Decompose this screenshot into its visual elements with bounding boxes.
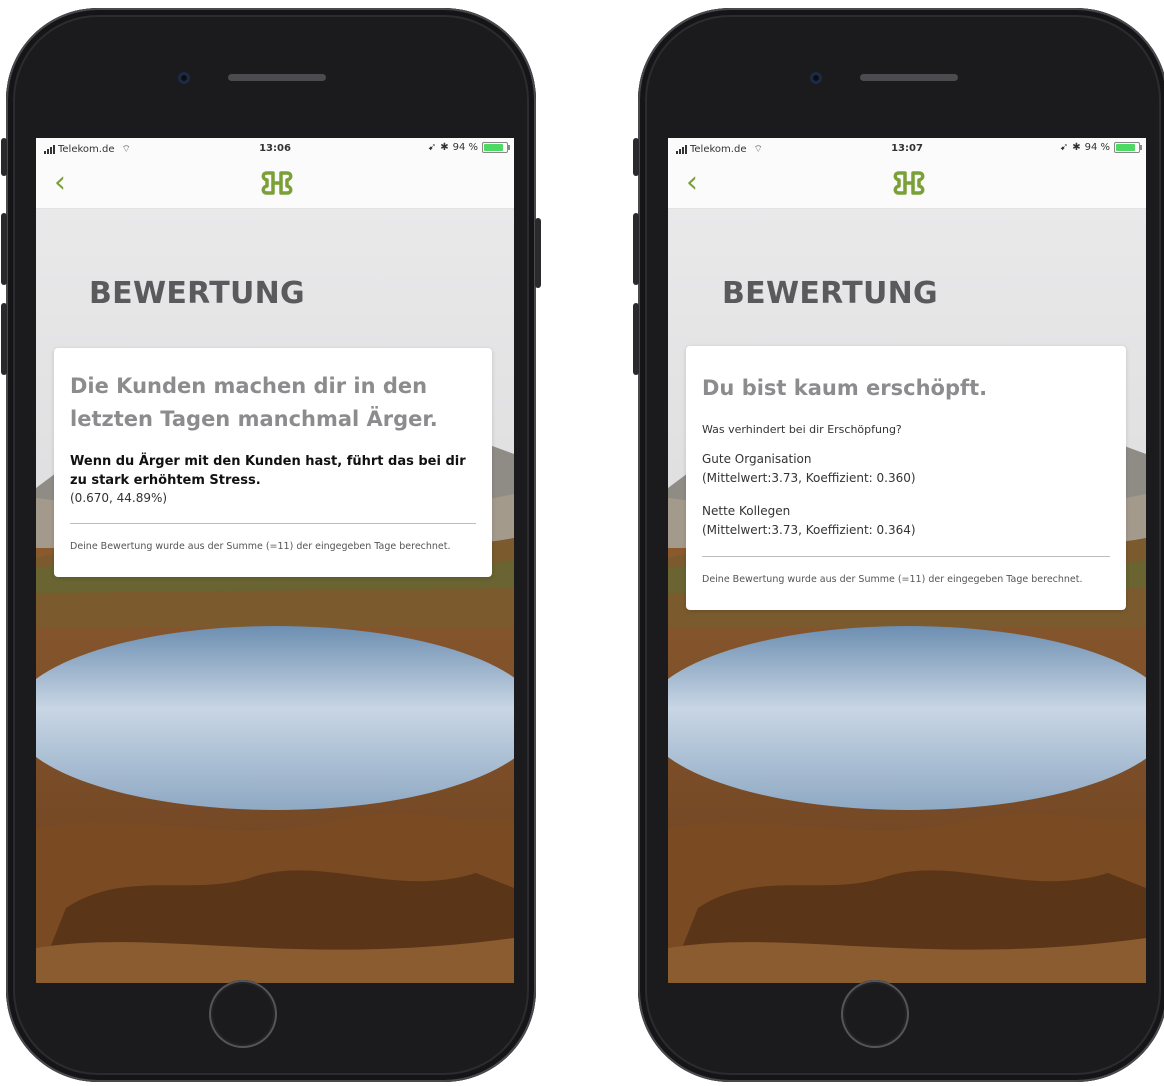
battery-percent: 94 % — [452, 142, 478, 153]
card-footnote: Deine Bewertung wurde aus der Summe (=11… — [70, 541, 451, 552]
status-bar: Telekom.de ⌔ 13:07 ➹ ✱ 94 % — [668, 138, 1146, 160]
bluetooth-icon: ✱ — [440, 142, 449, 153]
location-icon: ➹ — [1059, 142, 1069, 153]
card-footnote: Deine Bewertung wurde aus der Summe (=11… — [702, 574, 1083, 585]
battery-icon — [482, 142, 510, 153]
card-headline: Du bist kaum erschöpft. — [702, 376, 988, 400]
status-bar: Telekom.de ⌔ 13:06 ➹ ✱ 94 % — [36, 138, 514, 160]
battery-fill — [1116, 144, 1135, 151]
factor-name: Gute Organisation — [702, 452, 812, 466]
screen: Telekom.de ⌔ 13:06 ➹ ✱ 94 % ‹ BEWERTUNG … — [36, 138, 514, 983]
card-divider — [70, 523, 476, 524]
volume-down-button — [1, 303, 7, 375]
page-title: BEWERTUNG — [89, 276, 305, 311]
volume-down-button — [633, 303, 639, 375]
battery-fill — [484, 144, 503, 151]
front-camera — [810, 72, 822, 84]
status-right: ➹ ✱ 94 % — [1059, 142, 1142, 153]
app-logo-icon — [261, 171, 293, 195]
volume-up-button — [633, 213, 639, 285]
mute-switch — [633, 138, 639, 176]
factor-detail: (Mittelwert:3.73, Koeffizient: 0.360) — [702, 471, 916, 485]
app-logo-icon — [893, 171, 925, 195]
earpiece-speaker — [860, 74, 958, 81]
card-question: Was verhindert bei dir Erschöpfung? — [702, 423, 902, 436]
card-statement: Wenn du Ärger mit den Kunden hast, führt… — [70, 454, 466, 488]
phone-right: Telekom.de ⌔ 13:07 ➹ ✱ 94 % ‹ BEWERTUNG … — [633, 8, 1164, 1082]
front-camera — [178, 72, 190, 84]
chevron-left-icon[interactable]: ‹ — [54, 168, 66, 198]
nav-bar: ‹ — [668, 160, 1146, 209]
factor-detail: (Mittelwert:3.73, Koeffizient: 0.364) — [702, 523, 916, 537]
result-card: Die Kunden machen dir in den letzten Tag… — [54, 348, 492, 577]
battery-percent: 94 % — [1084, 142, 1110, 153]
bluetooth-icon: ✱ — [1072, 142, 1081, 153]
card-divider — [702, 556, 1110, 557]
earpiece-speaker — [228, 74, 326, 81]
factor-name: Nette Kollegen — [702, 504, 791, 518]
card-stats: (0.670, 44.89%) — [70, 491, 168, 505]
location-icon: ➹ — [427, 142, 437, 153]
volume-up-button — [1, 213, 7, 285]
factor-item: Nette Kollegen (Mittelwert:3.73, Koeffiz… — [702, 502, 1110, 540]
status-right: ➹ ✱ 94 % — [427, 142, 510, 153]
screen: Telekom.de ⌔ 13:07 ➹ ✱ 94 % ‹ BEWERTUNG … — [668, 138, 1146, 983]
home-button[interactable] — [841, 980, 909, 1048]
factor-item: Gute Organisation (Mittelwert:3.73, Koef… — [702, 450, 1110, 488]
phone-left: Telekom.de ⌔ 13:06 ➹ ✱ 94 % ‹ BEWERTUNG … — [1, 8, 541, 1082]
mute-switch — [1, 138, 7, 176]
chevron-left-icon[interactable]: ‹ — [686, 168, 698, 198]
background-landscape — [36, 208, 514, 983]
result-card: Du bist kaum erschöpft. Was verhindert b… — [686, 346, 1126, 610]
card-headline: Die Kunden machen dir in den letzten Tag… — [70, 374, 438, 431]
battery-icon — [1114, 142, 1142, 153]
home-button[interactable] — [209, 980, 277, 1048]
nav-bar: ‹ — [36, 160, 514, 209]
power-button — [535, 218, 541, 288]
page-title: BEWERTUNG — [722, 276, 938, 311]
